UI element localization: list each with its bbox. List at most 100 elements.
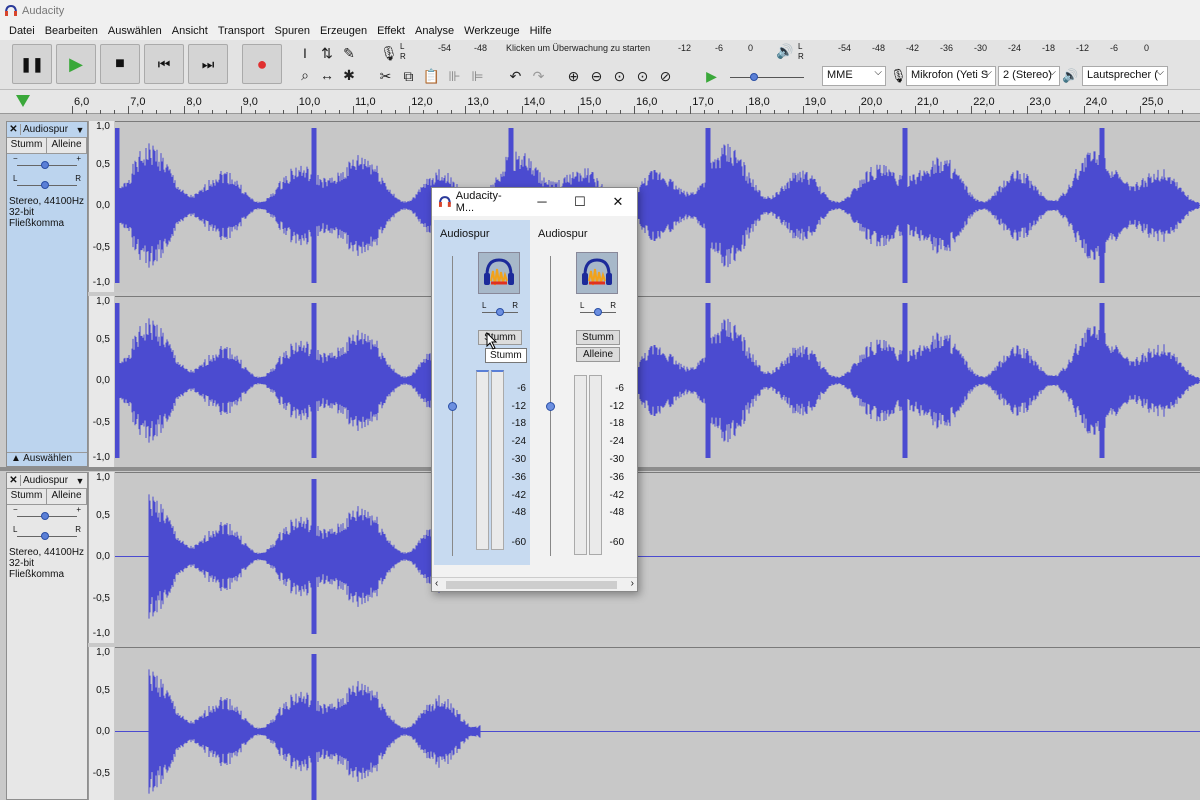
stop-button[interactable]: ■	[100, 44, 140, 84]
ruler-tick-mark	[929, 110, 930, 114]
envelope-tool-icon[interactable]: ⇅	[316, 42, 338, 64]
gain-knob[interactable]	[546, 402, 555, 411]
skip-end-button[interactable]: ⏭	[188, 44, 228, 84]
track-name-menu[interactable]: Audiospur	[21, 475, 73, 486]
strip-gain-slider[interactable]	[448, 256, 458, 556]
menu-view[interactable]: Ansicht	[167, 25, 213, 37]
strip-mute-button[interactable]: Stumm	[576, 330, 620, 345]
menu-tools[interactable]: Werkzeuge	[459, 25, 524, 37]
menu-tracks[interactable]: Spuren	[269, 25, 314, 37]
amplitude-scale[interactable]: 1,0 0,5 0,0 -0,5 -1,0	[88, 472, 114, 643]
recording-device-select[interactable]: Mikrofon (Yeti S	[906, 66, 996, 86]
mixer-board-window[interactable]: Audacity-M... ─ ☐ ✕ Audiospur L R Stumm …	[431, 187, 638, 592]
pan-slider[interactable]: L R	[7, 525, 87, 545]
mute-button[interactable]: Stumm	[7, 138, 47, 153]
ruler-tick-mark	[1027, 106, 1029, 114]
strip-solo-button[interactable]: Alleine	[576, 347, 620, 362]
audio-host-select[interactable]: MME	[822, 66, 886, 86]
strip-gain-slider[interactable]	[546, 256, 556, 556]
menu-effect[interactable]: Effekt	[372, 25, 410, 37]
fit-selection-icon[interactable]: ⊙	[608, 65, 631, 87]
recording-meter[interactable]: -54 -48 Klicken um Überwachung zu starte…	[410, 43, 760, 65]
solo-button[interactable]: Alleine	[47, 138, 87, 153]
scroll-thumb[interactable]	[446, 581, 617, 589]
play-button[interactable]: ▶	[56, 44, 96, 84]
copy-icon[interactable]: ⧉	[397, 65, 420, 87]
close-track-icon[interactable]: ✕	[7, 475, 21, 486]
menu-help[interactable]: Hilfe	[525, 25, 557, 37]
speed-slider-knob[interactable]	[750, 73, 758, 81]
fit-project-icon[interactable]: ⊙	[631, 65, 654, 87]
mute-button[interactable]: Stumm	[7, 489, 47, 504]
selection-tool-icon[interactable]: I	[294, 42, 316, 64]
track-menu-chevron-icon[interactable]: ▼	[73, 125, 87, 135]
mixer-titlebar[interactable]: Audacity-M... ─ ☐ ✕	[432, 188, 637, 216]
cut-icon[interactable]: ✂	[374, 65, 397, 87]
scroll-left-icon[interactable]: ‹	[435, 578, 438, 589]
track-control-panel[interactable]: ✕ Audiospur ▼ Stumm Alleine − + L R Ster…	[6, 121, 88, 467]
scroll-right-icon[interactable]: ›	[631, 578, 634, 589]
amplitude-scale[interactable]: 1,0 0,5 0,0 -0,5	[88, 647, 114, 800]
menu-file[interactable]: Datei	[4, 25, 40, 37]
silence-icon[interactable]: ⊫	[466, 65, 489, 87]
menu-transport[interactable]: Transport	[213, 25, 270, 37]
waveform-channel[interactable]	[115, 472, 1200, 643]
track-select-button[interactable]: ▲ Auswählen	[7, 452, 87, 466]
timeline-ruler[interactable]: 6,0 7,0 8,0 9,0 10,0 11,0 12,0 13,0 14,0 15,0 16,0…	[0, 90, 1200, 114]
menu-generate[interactable]: Erzeugen	[315, 25, 372, 37]
strip-mute-button[interactable]: Stumm	[478, 330, 522, 345]
menu-analyze[interactable]: Analyse	[410, 25, 459, 37]
waveform-channel[interactable]	[115, 296, 1200, 467]
gain-slider[interactable]: − +	[7, 154, 87, 174]
pan-knob[interactable]	[496, 308, 504, 316]
track-menu-chevron-icon[interactable]: ▼	[73, 476, 87, 486]
gain-knob[interactable]	[448, 402, 457, 411]
pan-slider[interactable]: L R	[7, 174, 87, 194]
pan-knob[interactable]	[41, 181, 49, 189]
pause-button[interactable]: ❚❚	[12, 44, 52, 84]
mixer-horizontal-scrollbar[interactable]: ‹ ›	[432, 577, 637, 591]
waveform-channel[interactable]	[115, 647, 1200, 800]
track-name-menu[interactable]: Audiospur	[21, 124, 73, 135]
timeline-play-marker-icon[interactable]	[16, 95, 30, 107]
waveform-channel[interactable]	[115, 121, 1200, 292]
ruler-tick-mark	[479, 110, 481, 114]
draw-tool-icon[interactable]: ✎	[338, 42, 360, 64]
trim-icon[interactable]: ⊪	[443, 65, 466, 87]
track-control-panel[interactable]: ✕ Audiospur ▼ Stumm Alleine − + L R Ster…	[6, 472, 88, 800]
playback-device-select[interactable]: Lautsprecher (	[1082, 66, 1168, 86]
paste-icon[interactable]: 📋	[420, 65, 443, 87]
time-shift-tool-icon[interactable]: ↔	[316, 64, 338, 86]
strip-pan-slider[interactable]: L R	[578, 301, 618, 317]
play-at-speed-icon[interactable]: ▶	[700, 65, 723, 87]
record-button[interactable]: ●	[242, 44, 282, 84]
multi-tool-icon[interactable]: ✱	[338, 64, 360, 86]
gain-knob[interactable]	[41, 161, 49, 169]
solo-button[interactable]: Alleine	[47, 489, 87, 504]
zoom-out-icon[interactable]: ⊖	[585, 65, 608, 87]
recording-channels-select[interactable]: 2 (Stereo)	[998, 66, 1060, 86]
redo-icon[interactable]: ↷	[527, 65, 550, 87]
menu-edit[interactable]: Bearbeiten	[40, 25, 103, 37]
close-icon[interactable]: ✕	[599, 194, 637, 210]
gain-knob[interactable]	[41, 512, 49, 520]
playback-meter[interactable]: -54 -48 -42 -36 -30 -24 -18 -12 -6 0	[810, 43, 1195, 65]
strip-pan-slider[interactable]: L R	[480, 301, 520, 317]
menu-select[interactable]: Auswählen	[103, 25, 167, 37]
undo-icon[interactable]: ↶	[504, 65, 527, 87]
amplitude-scale[interactable]: 1,0 0,5 0,0 -0,5 -1,0	[88, 296, 114, 467]
close-track-icon[interactable]: ✕	[7, 124, 21, 135]
zoom-toggle-icon[interactable]: ⊘	[654, 65, 677, 87]
pan-knob[interactable]	[41, 532, 49, 540]
gain-slider[interactable]: − +	[7, 505, 87, 525]
zoom-tool-icon[interactable]: ⌕	[294, 64, 316, 86]
zoom-in-icon[interactable]: ⊕	[562, 65, 585, 87]
pan-knob[interactable]	[594, 308, 602, 316]
maximize-icon[interactable]: ☐	[561, 194, 599, 210]
mixer-track-strip[interactable]: Audiospur L R Stumm -6 -12 -18 -24 -30 -…	[434, 220, 530, 565]
minimize-icon[interactable]: ─	[523, 194, 561, 210]
mixer-track-strip[interactable]: Audiospur L R Stumm Alleine -6 -12 -18 -…	[532, 220, 628, 565]
amplitude-scale[interactable]: 1,0 0,5 0,0 -0,5 -1,0	[88, 121, 114, 292]
playback-speed-slider[interactable]	[728, 66, 806, 86]
skip-start-button[interactable]: ⏮	[144, 44, 184, 84]
